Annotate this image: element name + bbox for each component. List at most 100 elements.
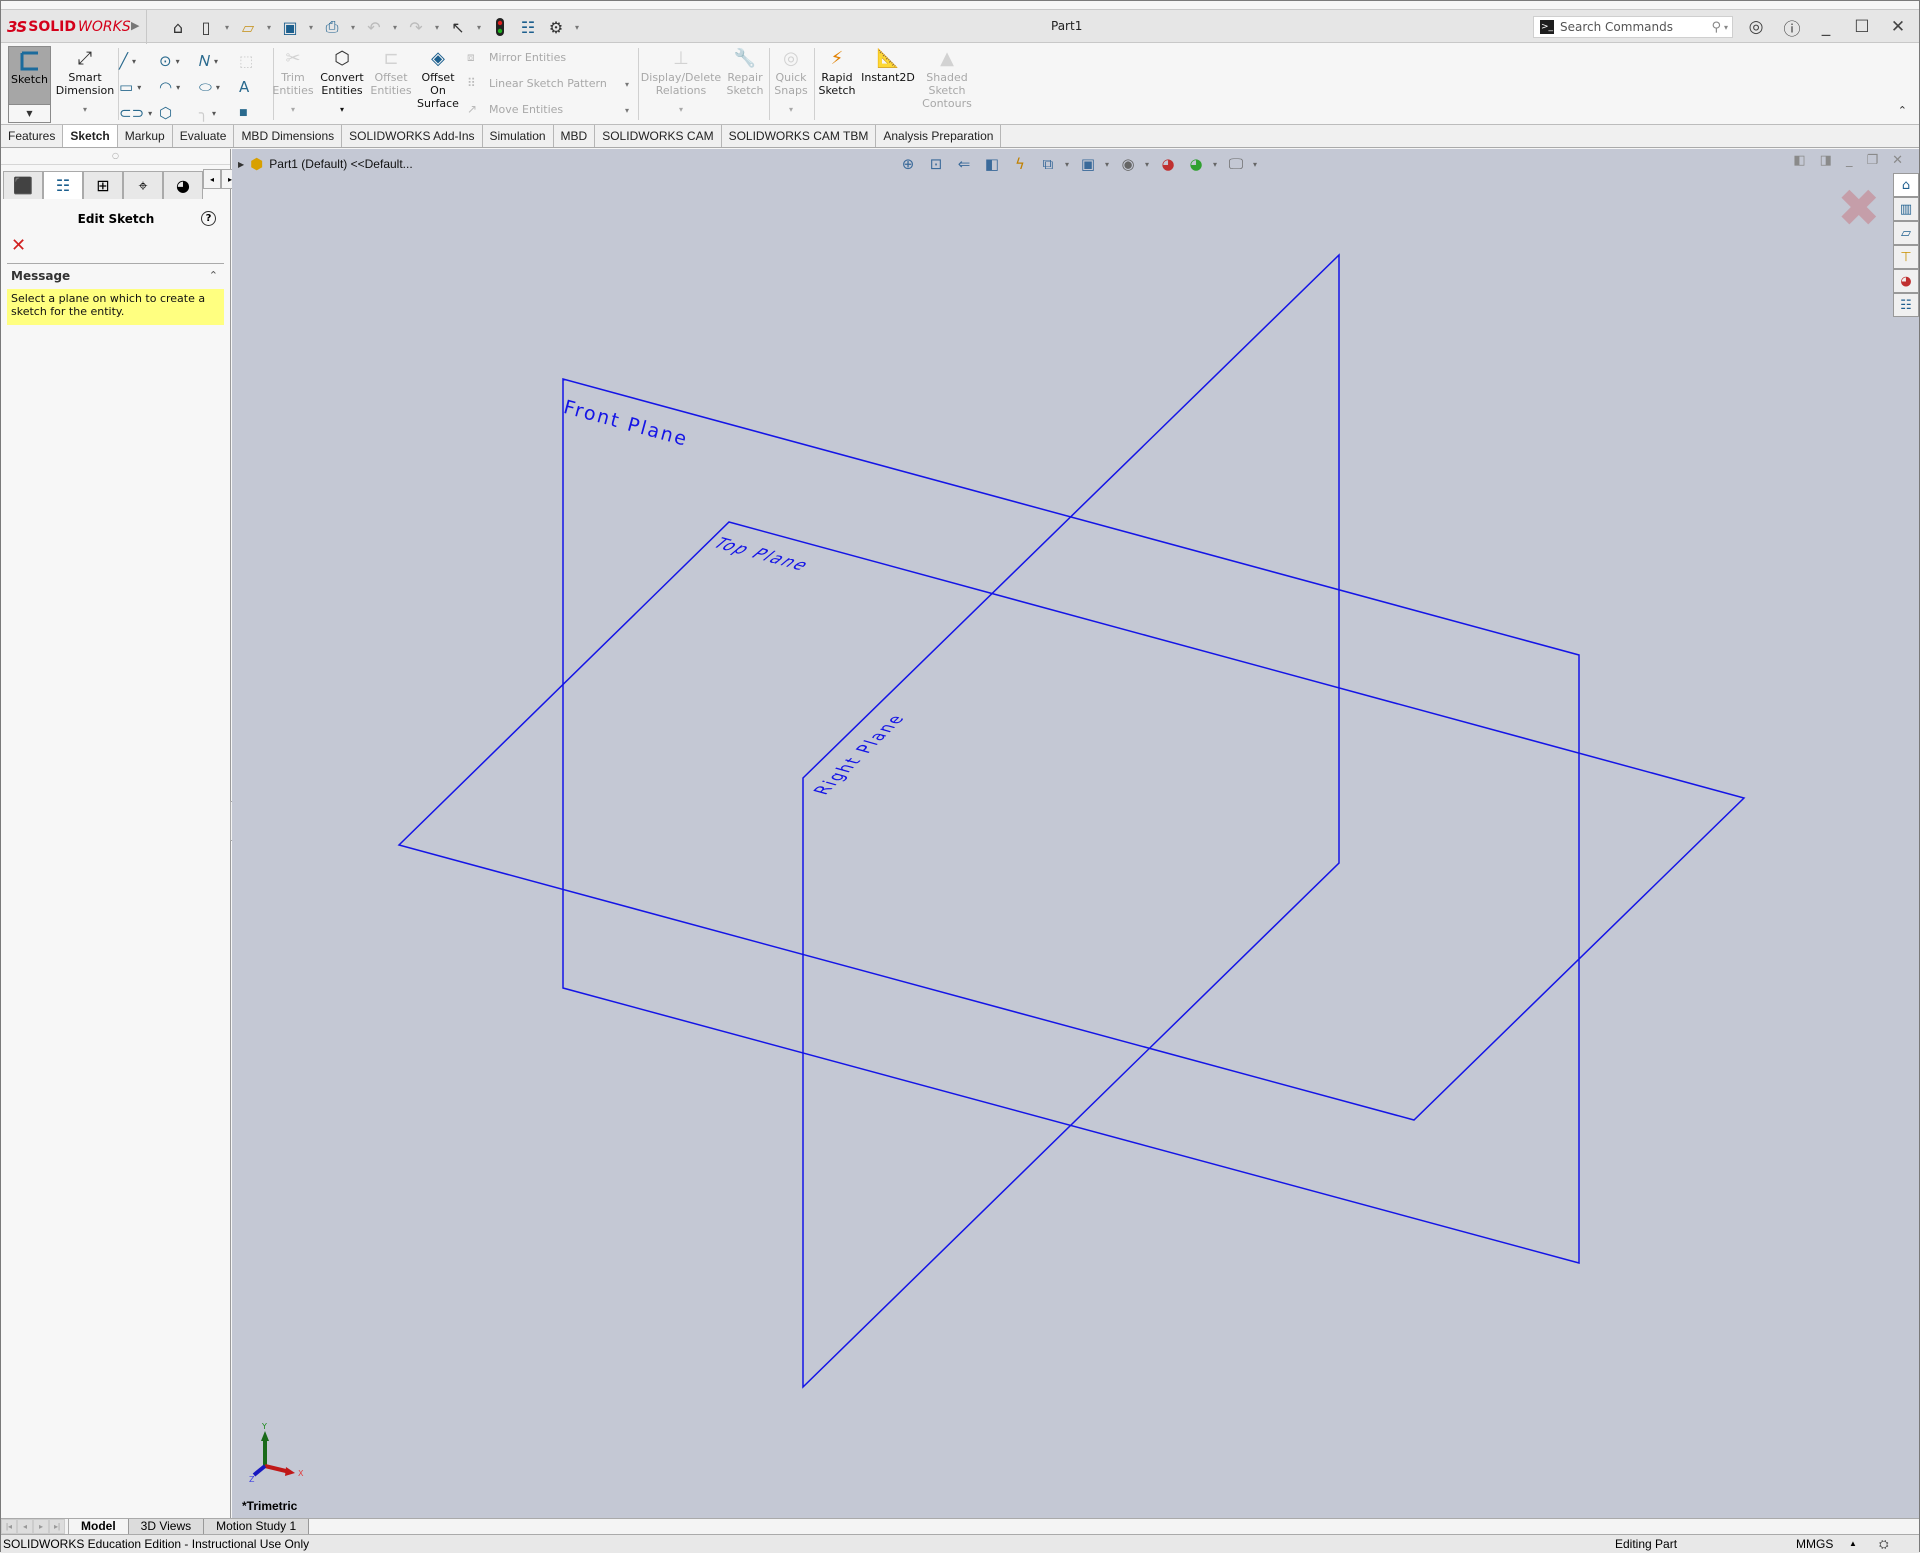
right-plane-outline[interactable] — [802, 253, 1340, 1389]
spline-tool[interactable]: 𝑁 ▾ — [199, 48, 239, 74]
split-right-icon[interactable]: ◨ — [1820, 153, 1832, 168]
ellipse-tool[interactable]: ⬭ ▾ — [199, 74, 239, 100]
view-settings-icon[interactable]: 🖵 — [1225, 153, 1247, 175]
first-tab-icon[interactable]: |◂ — [1, 1519, 17, 1534]
move-entities-button[interactable]: ↗ Move Entities — [467, 102, 563, 116]
tab-analysis-preparation[interactable]: Analysis Preparation — [876, 125, 1002, 147]
slot-dropdown-icon[interactable]: ▾ — [148, 109, 152, 118]
undo-dropdown-icon[interactable]: ▾ — [390, 23, 400, 32]
line-dropdown-icon[interactable]: ▾ — [132, 57, 136, 66]
viewport-minimize-icon[interactable]: _ — [1846, 153, 1853, 168]
viewport-close-icon[interactable]: ✕ — [1892, 153, 1903, 168]
custom-properties-tab[interactable]: ☷ — [1893, 293, 1919, 317]
property-manager-tab[interactable]: ☷ — [43, 171, 83, 199]
fillet-dropdown-icon[interactable]: ▾ — [212, 109, 216, 118]
save-icon[interactable]: ▣ — [278, 15, 302, 39]
arc-tool[interactable]: ◠ ▾ — [159, 74, 199, 100]
view-settings-dropdown-icon[interactable]: ▾ — [1253, 160, 1259, 169]
trim-entities-button[interactable]: ✂ Trim Entities ▾ — [271, 47, 315, 116]
convert-dropdown-icon[interactable]: ▾ — [340, 103, 344, 116]
undo-icon[interactable]: ↶ — [362, 15, 386, 39]
print-icon[interactable]: ⎙ — [320, 15, 344, 39]
bottom-tab-3d-views[interactable]: 3D Views — [128, 1519, 205, 1535]
repair-sketch-button[interactable]: 🔧 Repair Sketch — [725, 47, 765, 97]
scroll-left-icon[interactable]: ◂ — [203, 169, 221, 189]
line-tool[interactable]: ╱ ▾ — [119, 48, 159, 74]
top-plane-outline[interactable] — [397, 521, 1746, 1121]
hide-show-items-icon[interactable]: ◉ — [1117, 153, 1139, 175]
previous-view-icon[interactable]: ⇐ — [953, 153, 975, 175]
arc-dropdown-icon[interactable]: ▾ — [176, 83, 180, 92]
new-document-icon[interactable]: ▯ — [194, 15, 218, 39]
smart-dimension-dropdown-icon[interactable]: ▾ — [83, 103, 87, 116]
cancel-close-icon[interactable]: ✕ — [11, 235, 26, 256]
redo-icon[interactable]: ↷ — [404, 15, 428, 39]
unit-system-button[interactable]: MMGS — [1796, 1535, 1833, 1553]
convert-entities-button[interactable]: ⬡ Convert Entities ▾ — [319, 47, 365, 116]
prev-tab-icon[interactable]: ◂ — [17, 1519, 33, 1534]
tab-markup[interactable]: Markup — [117, 125, 173, 147]
solidworks-resources-tab[interactable]: ⌂ — [1893, 173, 1919, 197]
rectangle-dropdown-icon[interactable]: ▾ — [137, 83, 141, 92]
rectangle-tool[interactable]: ▭ ▾ — [119, 74, 159, 100]
tab-features[interactable]: Features — [1, 125, 64, 147]
dynamic-annotation-icon[interactable]: ϟ — [1009, 153, 1031, 175]
tab-mbd[interactable]: MBD — [553, 125, 596, 147]
collapse-message-icon[interactable]: ⌃ — [209, 269, 218, 282]
tab-mbd-dimensions[interactable]: MBD Dimensions — [234, 125, 343, 147]
rebuild-icon[interactable] — [488, 15, 512, 39]
help-icon[interactable]: ⓘ — [1779, 15, 1805, 40]
offset-entities-button[interactable]: ⊏ Offset Entities — [369, 47, 413, 97]
quick-snaps-dropdown-icon[interactable]: ▾ — [789, 103, 793, 116]
trim-dropdown-icon[interactable]: ▾ — [291, 103, 295, 116]
view-orientation-icon[interactable]: ⧉ — [1037, 153, 1059, 175]
apply-scene-icon[interactable]: ◕ — [1185, 153, 1207, 175]
home-icon[interactable]: ⌂ — [166, 15, 190, 39]
slot-tool[interactable]: ⊂⊃ ▾ — [119, 100, 159, 126]
display-style-dropdown-icon[interactable]: ▾ — [1105, 160, 1111, 169]
linear-sketch-pattern-button[interactable]: ⠿ Linear Sketch Pattern — [467, 76, 607, 90]
help-icon[interactable]: ? — [201, 211, 216, 226]
maximize-button[interactable]: ☐ — [1849, 15, 1875, 39]
search-icon[interactable]: ⚲ — [1711, 20, 1721, 35]
open-icon[interactable]: ▱ — [236, 15, 260, 39]
zoom-to-fit-icon[interactable]: ⊕ — [897, 153, 919, 175]
polygon-tool[interactable]: ⬡ — [159, 100, 199, 126]
bottom-tab-motion-study-1[interactable]: Motion Study 1 — [204, 1519, 310, 1535]
tab-solidworks-cam-tbm[interactable]: SOLIDWORKS CAM TBM — [721, 125, 877, 147]
panel-grip[interactable]: ○ — [1, 149, 230, 165]
mirror-entities-button[interactable]: ⧈ Mirror Entities — [467, 50, 566, 65]
options-dropdown-icon[interactable]: ▾ — [572, 23, 582, 32]
expand-tree-icon[interactable]: ▶ — [238, 160, 244, 169]
search-dropdown-icon[interactable]: ▾ — [1724, 23, 1728, 32]
rebuild-status-icon[interactable]: ⛭ — [1879, 1535, 1889, 1553]
quick-snaps-button[interactable]: ◎ Quick Snaps ▾ — [771, 47, 811, 116]
apply-scene-dropdown-icon[interactable]: ▾ — [1213, 160, 1219, 169]
tab-sketch[interactable]: Sketch — [63, 125, 118, 147]
spline-dropdown-icon[interactable]: ▾ — [214, 57, 218, 66]
ellipse-dropdown-icon[interactable]: ▾ — [216, 83, 220, 92]
smart-dimension-button[interactable]: ⤢ Smart Dimension ▾ — [55, 47, 115, 116]
move-dropdown-icon[interactable]: ▾ — [625, 106, 629, 115]
tab-evaluate[interactable]: Evaluate — [172, 125, 235, 147]
dimxpert-manager-tab[interactable]: ⌖ — [123, 171, 163, 199]
front-plane-outline[interactable] — [562, 378, 1580, 1264]
last-tab-icon[interactable]: ▸| — [49, 1519, 65, 1534]
menu-expand-arrow-icon[interactable]: ▶ — [131, 19, 139, 32]
offset-on-surface-button[interactable]: ◈ Offset On Surface — [415, 47, 461, 110]
sketch-dropdown-icon[interactable]: ▼ — [9, 104, 50, 122]
viewport-restore-icon[interactable]: ❐ — [1866, 153, 1878, 168]
search-commands-input[interactable]: >_ Search Commands ⚲ ▾ — [1533, 16, 1733, 38]
solidworks-logo[interactable]: 3S SOLID WORKS — [7, 16, 131, 38]
tab-solidworks-cam[interactable]: SOLIDWORKS CAM — [595, 125, 722, 147]
section-view-icon[interactable]: ◧ — [981, 153, 1003, 175]
unit-system-dropdown-icon[interactable]: ▲ — [1849, 1535, 1857, 1553]
display-manager-tab[interactable]: ◕ — [163, 171, 203, 199]
print-dropdown-icon[interactable]: ▾ — [348, 23, 358, 32]
select-dropdown-icon[interactable]: ▾ — [474, 23, 484, 32]
next-tab-icon[interactable]: ▸ — [33, 1519, 49, 1534]
file-properties-icon[interactable]: ☷ — [516, 15, 540, 39]
redo-dropdown-icon[interactable]: ▾ — [432, 23, 442, 32]
instant2d-button[interactable]: 📐 Instant2D — [861, 47, 915, 84]
design-library-tab[interactable]: ▥ — [1893, 197, 1919, 221]
